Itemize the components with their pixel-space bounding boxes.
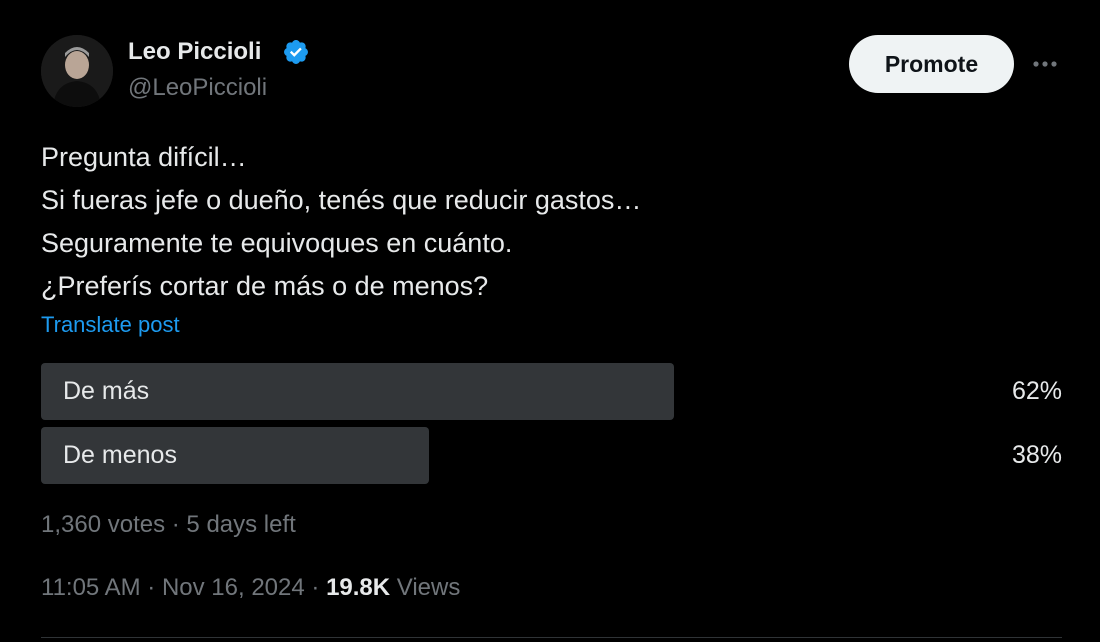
poll-option-percent: 38%	[1011, 441, 1062, 469]
timestamp-separator: ·	[304, 574, 327, 601]
poll-meta-separator: ·	[165, 511, 187, 538]
views-label: Views	[390, 574, 461, 601]
verified-badge-icon	[284, 40, 308, 64]
avatar[interactable]	[41, 35, 113, 107]
poll-option-percent: 62%	[1011, 377, 1062, 405]
views-count: 19.8K	[326, 574, 391, 601]
avatar-image	[41, 35, 113, 107]
author-display-name[interactable]: Leo Piccioli	[128, 36, 261, 68]
translate-post-link[interactable]: Translate post	[41, 310, 180, 340]
poll-option-label: De más	[63, 377, 150, 405]
tweet-text-line: Pregunta difícil…	[41, 142, 247, 172]
tweet-text: Pregunta difícil… Si fueras jefe o dueño…	[41, 136, 1041, 308]
poll-option-label: De menos	[63, 441, 177, 469]
divider	[41, 637, 1062, 638]
timestamp-row: 11:05 AM · Nov 16, 2024 · 19.8K Views	[41, 572, 460, 604]
post-time[interactable]: 11:05 AM	[41, 574, 141, 601]
more-horizontal-icon[interactable]	[1028, 50, 1062, 78]
poll-meta: 1,360 votes · 5 days left	[41, 509, 296, 541]
poll-time-left: 5 days left	[186, 511, 296, 538]
poll-votes: 1,360 votes	[41, 511, 166, 538]
promote-button[interactable]: Promote	[849, 35, 1014, 93]
tweet-text-line: Si fueras jefe o dueño, tenés que reduci…	[41, 185, 642, 215]
poll-option-de-mas[interactable]: De más 62%	[41, 363, 1062, 420]
author-handle[interactable]: @LeoPiccioli	[128, 72, 267, 104]
poll-option-de-menos[interactable]: De menos 38%	[41, 427, 1062, 484]
tweet-text-line: Seguramente te equivoques en cuánto.	[41, 228, 513, 258]
tweet-text-line: ¿Preferís cortar de más o de menos?	[41, 271, 489, 301]
post-date[interactable]: Nov 16, 2024	[162, 574, 305, 601]
timestamp-separator: ·	[140, 574, 162, 601]
